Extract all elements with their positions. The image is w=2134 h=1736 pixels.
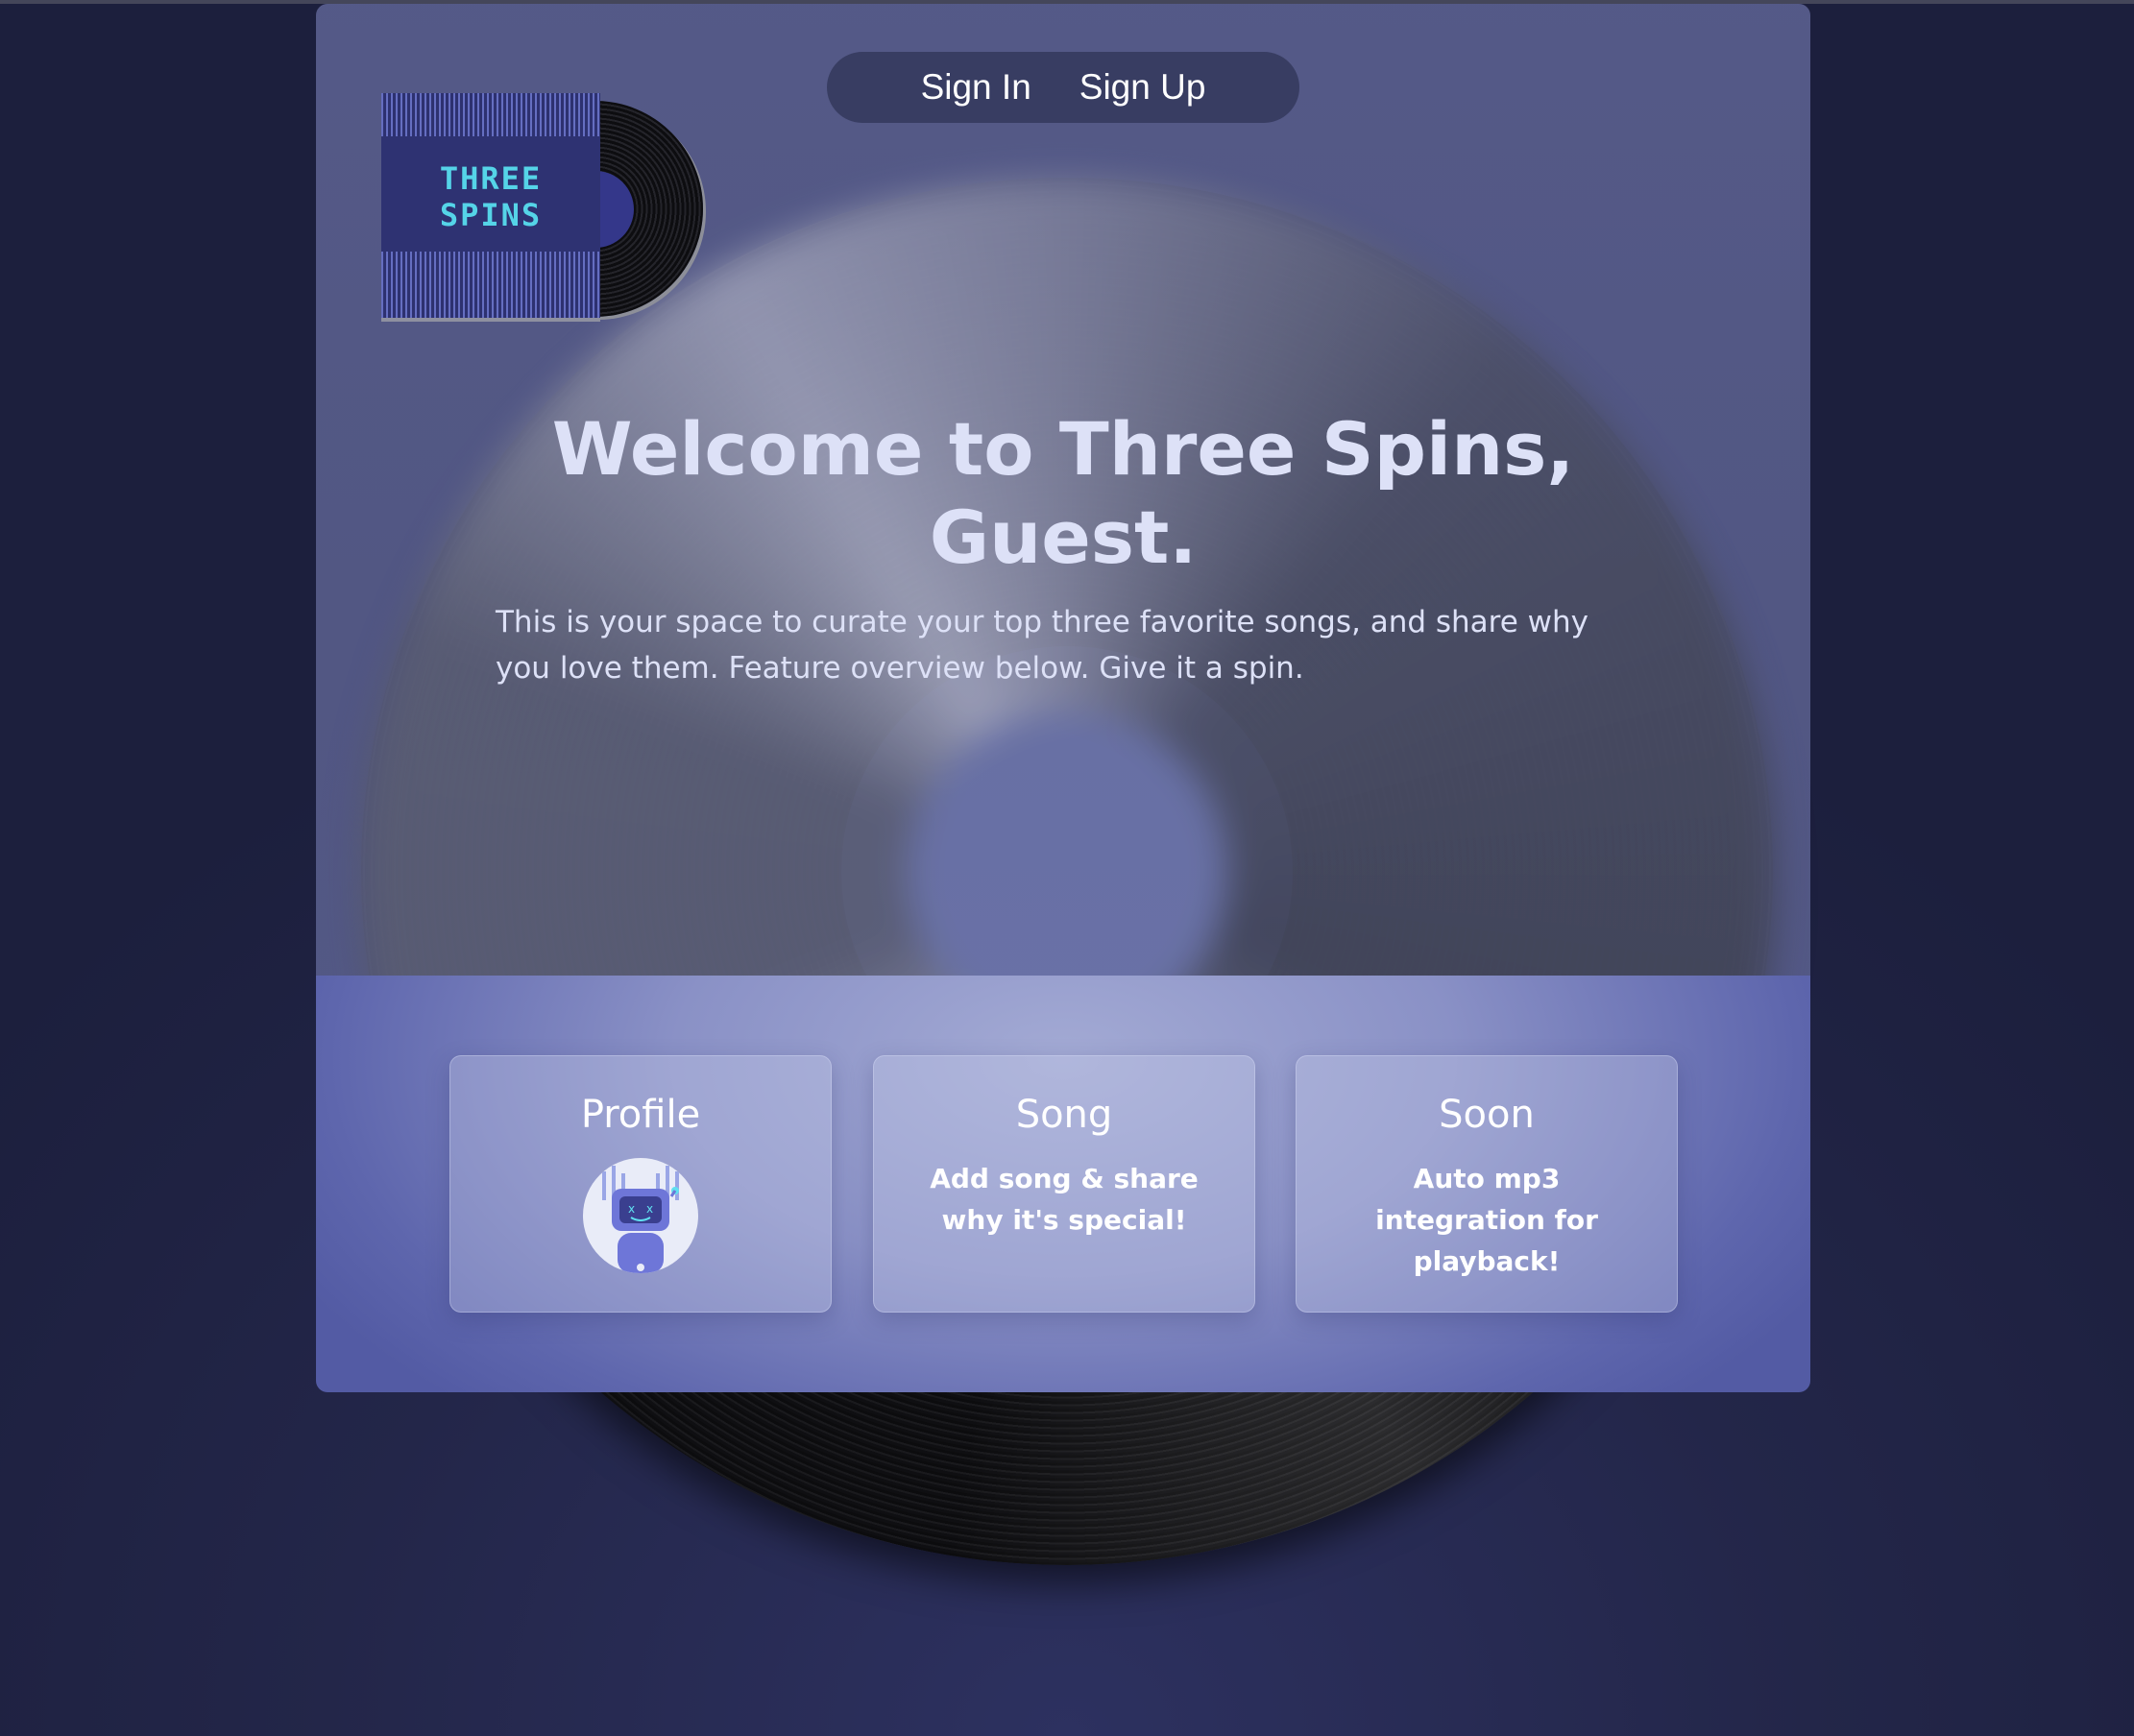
logo-text: THREE SPINS bbox=[381, 160, 600, 233]
feature-title: Song bbox=[1015, 1093, 1113, 1137]
feature-description: Auto mp3 integration for playback! bbox=[1375, 1163, 1598, 1277]
three-spins-logo[interactable]: THREE SPINS bbox=[381, 93, 717, 328]
sign-in-link[interactable]: Sign In bbox=[921, 67, 1031, 108]
robot-avatar-icon: x x bbox=[583, 1158, 698, 1273]
logo-text-line2: SPINS bbox=[439, 197, 543, 233]
feature-description: Add song & share why it's special! bbox=[930, 1163, 1199, 1236]
page-title-line1: Welcome to Three Spins, bbox=[551, 406, 1575, 492]
feature-title: Profile bbox=[580, 1093, 701, 1137]
features-section: Profile x x Song Add song & share why it… bbox=[316, 976, 1810, 1392]
feature-card-profile[interactable]: Profile x x bbox=[449, 1055, 832, 1313]
main-card: Sign In Sign Up THREE SPINS Welcome to T… bbox=[316, 4, 1810, 1392]
svg-text:x: x bbox=[646, 1202, 653, 1216]
feature-card-song[interactable]: Song Add song & share why it's special! bbox=[873, 1055, 1255, 1313]
hero-section: Sign In Sign Up THREE SPINS Welcome to T… bbox=[316, 4, 1810, 976]
feature-card-soon[interactable]: Soon Auto mp3 integration for playback! bbox=[1296, 1055, 1678, 1313]
logo-text-line1: THREE bbox=[439, 160, 543, 197]
page-title: Welcome to Three Spins, Guest. bbox=[316, 405, 1810, 582]
sign-up-link[interactable]: Sign Up bbox=[1079, 67, 1206, 108]
feature-title: Soon bbox=[1439, 1093, 1535, 1137]
svg-text:x: x bbox=[628, 1202, 635, 1216]
page-title-line2: Guest. bbox=[929, 494, 1198, 580]
hero-subtitle: This is your space to curate your top th… bbox=[496, 605, 1589, 686]
logo-sleeve: THREE SPINS bbox=[381, 93, 600, 318]
auth-nav: Sign In Sign Up bbox=[827, 52, 1299, 123]
